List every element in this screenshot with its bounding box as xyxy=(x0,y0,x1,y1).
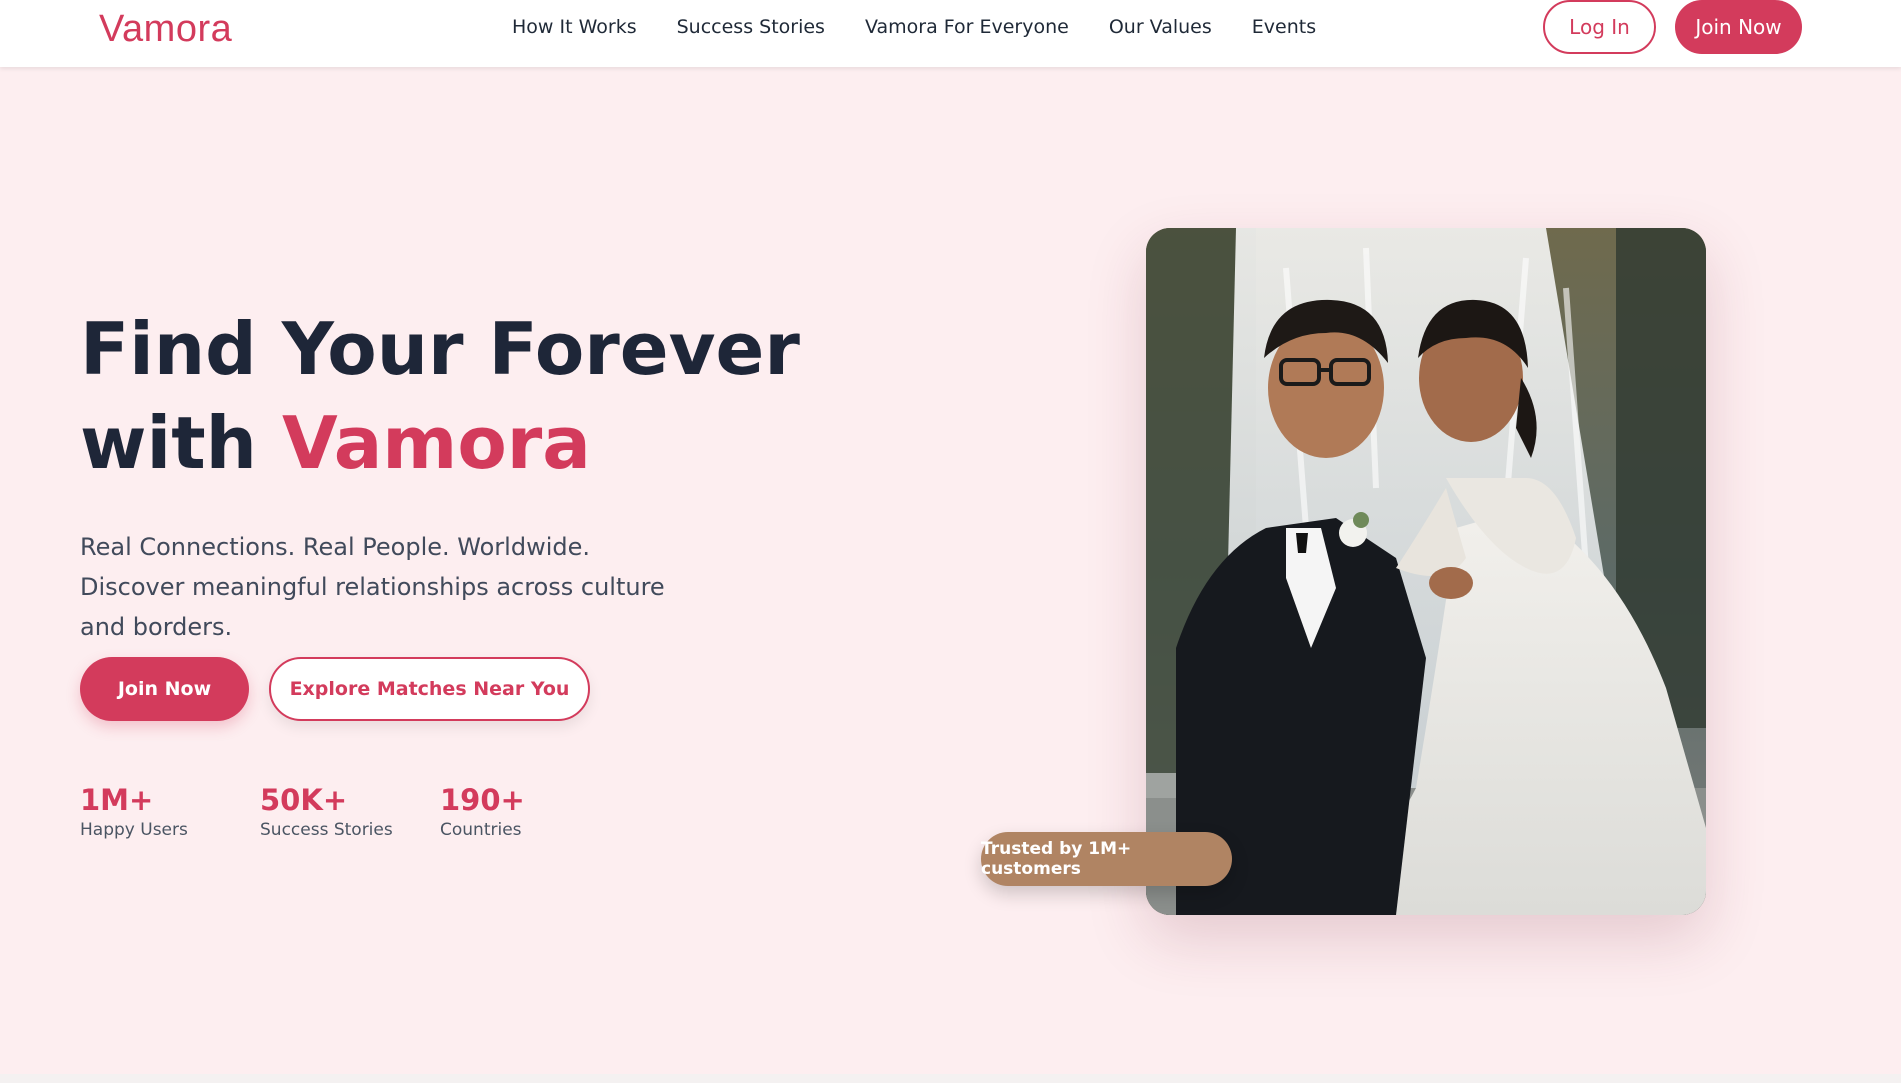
stat-label: Countries xyxy=(440,820,522,840)
stat-label: Success Stories xyxy=(260,820,393,840)
stat-happy-users: 1M+ Happy Users xyxy=(80,782,260,840)
hero-title: Find Your Forever with Vamora xyxy=(80,302,800,490)
stat-success-stories: 50K+ Success Stories xyxy=(260,782,440,840)
join-now-hero-button[interactable]: Join Now xyxy=(80,657,249,721)
hero-title-brand: Vamora xyxy=(281,401,591,485)
hero-subtitle: Real Connections. Real People. Worldwide… xyxy=(80,533,665,641)
section-divider xyxy=(0,1074,1901,1083)
trusted-badge: Trusted by 1M+ customers xyxy=(981,832,1232,886)
join-now-nav-button[interactable]: Join Now xyxy=(1675,0,1802,54)
hero-title-prefix: with xyxy=(80,401,282,485)
top-navbar: Vamora How It Works Success Stories Vamo… xyxy=(0,0,1901,67)
stat-value: 50K+ xyxy=(260,783,348,817)
stat-countries: 190+ Countries xyxy=(440,782,580,840)
couple-illustration xyxy=(1146,228,1706,915)
login-button[interactable]: Log In xyxy=(1543,0,1656,54)
stat-value: 190+ xyxy=(440,783,525,817)
explore-matches-button[interactable]: Explore Matches Near You xyxy=(269,657,590,721)
nav-link-our-values[interactable]: Our Values xyxy=(1109,16,1212,38)
stat-label: Happy Users xyxy=(80,820,188,840)
logo[interactable]: Vamora xyxy=(99,8,232,51)
stats-row: 1M+ Happy Users 50K+ Success Stories 190… xyxy=(80,782,580,840)
nav-links: How It Works Success Stories Vamora For … xyxy=(512,16,1316,38)
nav-link-events[interactable]: Events xyxy=(1252,16,1316,38)
nav-link-how-it-works[interactable]: How It Works xyxy=(512,16,637,38)
hero-title-line1: Find Your Forever xyxy=(80,307,800,391)
nav-link-success-stories[interactable]: Success Stories xyxy=(677,16,825,38)
hero-couple-photo xyxy=(1146,228,1706,915)
nav-link-vamora-for-everyone[interactable]: Vamora For Everyone xyxy=(865,16,1069,38)
stat-value: 1M+ xyxy=(80,783,154,817)
